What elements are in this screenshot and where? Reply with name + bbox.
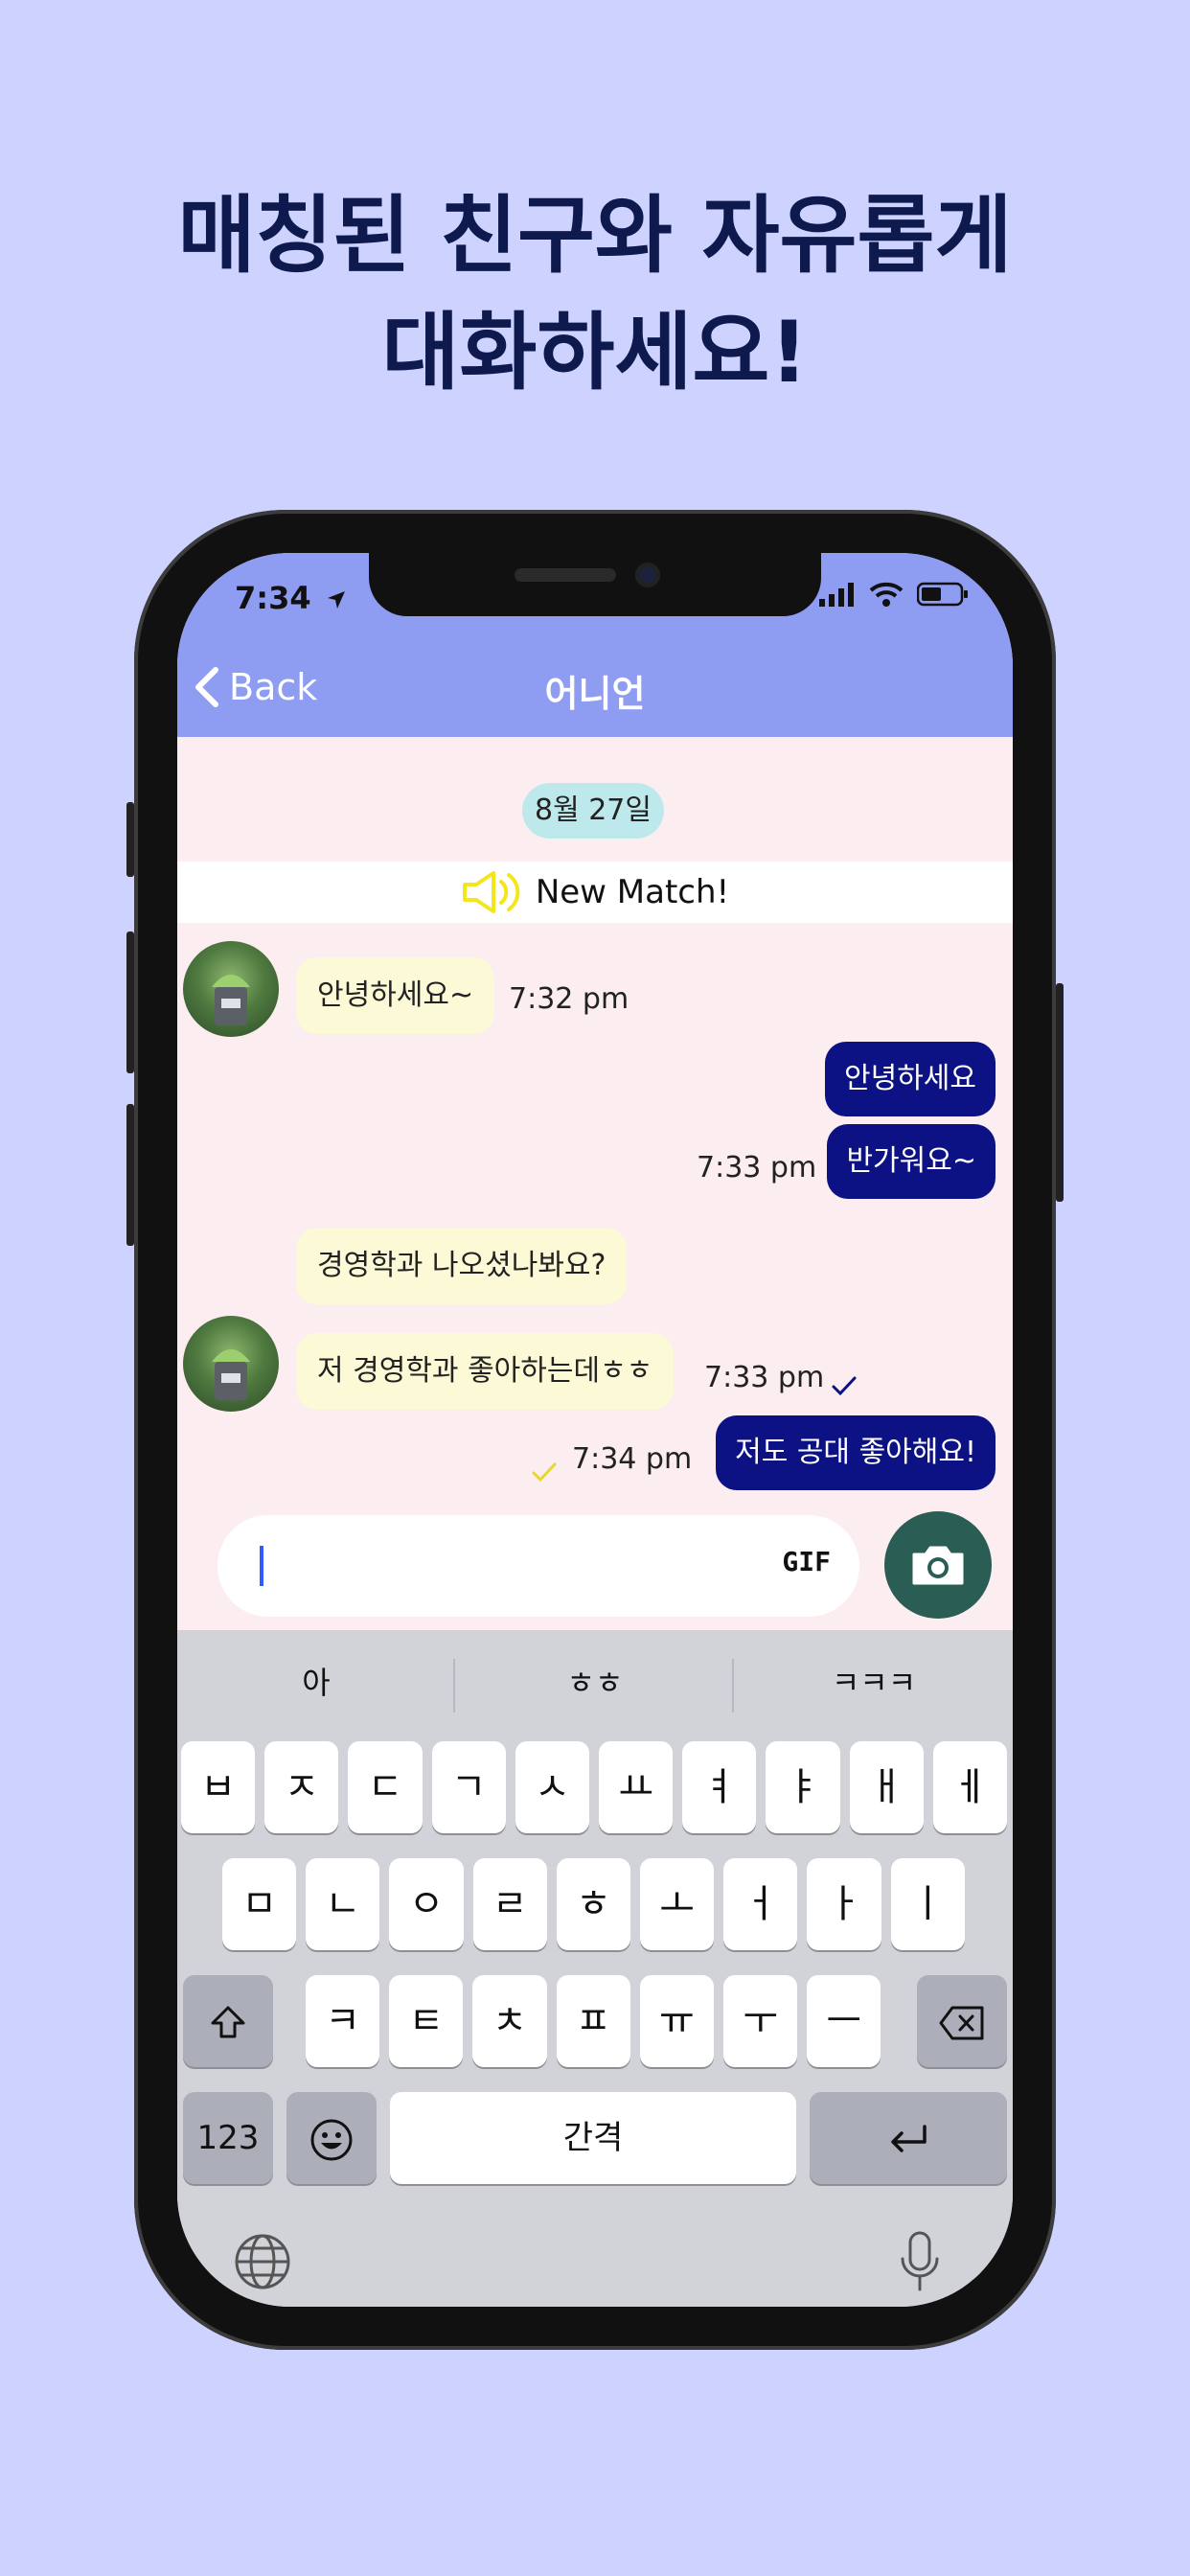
header-bar: 7:34 Back 어니언	[177, 553, 1013, 737]
notch	[369, 553, 821, 616]
mute-switch	[126, 802, 134, 877]
return-key[interactable]	[810, 2092, 1007, 2184]
power-button	[1056, 983, 1064, 1202]
headline-line-2: 대화하세요!	[381, 303, 809, 402]
keyboard-key[interactable]: ㅕ	[682, 1741, 757, 1833]
keyboard-key[interactable]: ㅑ	[766, 1741, 840, 1833]
chat-title: 어니언	[544, 673, 646, 715]
read-check-icon	[832, 1376, 857, 1396]
emoji-key[interactable]	[286, 2092, 377, 2184]
globe-icon[interactable]	[233, 2232, 292, 2295]
message-bubble-sent: 안녕하세요	[825, 1042, 995, 1116]
keyboard-key[interactable]: ㅓ	[723, 1858, 798, 1950]
camera-icon	[912, 1546, 964, 1585]
keyboard-key[interactable]: ㅏ	[807, 1858, 881, 1950]
message-bubble-received: 저 경영학과 좋아하는데ㅎㅎ	[296, 1333, 675, 1410]
keyboard-key[interactable]: ㄷ	[348, 1741, 423, 1833]
headline: 매칭된 친구와 자유롭게 대화하세요!	[0, 177, 1190, 411]
keyboard-key[interactable]: ㅜ	[723, 1975, 798, 2067]
keyboard: 아 ㅎㅎ ㅋㅋㅋ ㅂㅈㄷㄱㅅㅛㅕㅑㅐㅔ ㅁㄴㅇㄹㅎㅗㅓㅏㅣ ㅋㅌㅊㅍㅠㅜㅡ 12…	[177, 1630, 1013, 2307]
message-time: 7:34 pm	[572, 1442, 693, 1476]
keyboard-key[interactable]: ㅊ	[472, 1975, 547, 2067]
emoji-icon	[310, 2119, 353, 2161]
date-badge: 8월 27일	[522, 783, 664, 839]
suggestion-1[interactable]: 아	[177, 1630, 455, 1736]
suggestion-divider	[453, 1659, 455, 1713]
shift-key[interactable]	[183, 1975, 273, 2067]
keyboard-key[interactable]: ㅍ	[556, 1975, 630, 2067]
avatar-photo-icon	[212, 975, 250, 1025]
message-input[interactable]: GIF	[217, 1515, 859, 1617]
suggestion-divider	[732, 1659, 734, 1713]
message-time: 7:33 pm	[697, 1151, 817, 1184]
volume-down-button	[126, 1104, 134, 1246]
keyboard-key[interactable]: ㅌ	[389, 1975, 464, 2067]
avatar-photo-icon	[212, 1349, 250, 1400]
suggestion-2[interactable]: ㅎㅎ	[456, 1630, 734, 1736]
phone-frame: 7:34 Back 어니언 8월 27일 New Match! 안녕하세요~ 7	[126, 510, 1064, 2350]
speaker-grille	[515, 568, 616, 582]
backspace-icon	[939, 2006, 984, 2040]
keyboard-key[interactable]: ㅣ	[890, 1858, 965, 1950]
space-key[interactable]: 간격	[390, 2092, 796, 2184]
megaphone-icon	[462, 871, 520, 913]
keyboard-key[interactable]: ㅛ	[599, 1741, 674, 1833]
text-caret	[260, 1546, 263, 1586]
return-icon	[891, 2125, 927, 2152]
keyboard-key[interactable]: ㅋ	[306, 1975, 380, 2067]
battery-icon	[917, 582, 968, 607]
keyboard-key[interactable]: ㅠ	[639, 1975, 714, 2067]
front-camera	[635, 563, 660, 587]
keyboard-key[interactable]: ㄹ	[472, 1858, 547, 1950]
signal-icon	[819, 583, 854, 607]
message-bubble-received: 경영학과 나오셨나봐요?	[296, 1228, 628, 1304]
keyboard-key[interactable]: ㅂ	[181, 1741, 256, 1833]
message-bubble-sent: 반가워요~	[827, 1124, 995, 1199]
shift-icon	[211, 2006, 245, 2038]
status-icons	[819, 582, 969, 607]
keyboard-key[interactable]: ㅔ	[932, 1741, 1007, 1833]
keyboard-key[interactable]: ㄴ	[306, 1858, 380, 1950]
keyboard-key[interactable]: ㅅ	[515, 1741, 589, 1833]
status-time: 7:34	[235, 580, 347, 616]
microphone-icon[interactable]	[898, 2230, 942, 2297]
message-bubble-sent: 저도 공대 좋아해요!	[716, 1415, 995, 1490]
keyboard-key[interactable]: ㅗ	[640, 1858, 715, 1950]
keyboard-key[interactable]: ㅐ	[849, 1741, 924, 1833]
keyboard-key[interactable]: ㅇ	[389, 1858, 464, 1950]
new-match-banner: New Match!	[177, 862, 1013, 923]
headline-line-1: 매칭된 친구와 자유롭게	[177, 186, 1013, 285]
message-bubble-received: 안녕하세요~	[296, 957, 495, 1034]
keyboard-key[interactable]: ㅡ	[807, 1975, 881, 2067]
keyboard-key[interactable]: ㄱ	[431, 1741, 506, 1833]
gif-button[interactable]: GIF	[782, 1546, 831, 1577]
keyboard-key[interactable]: ㅎ	[556, 1858, 630, 1950]
new-match-label: New Match!	[535, 873, 730, 911]
wifi-icon	[869, 582, 904, 607]
message-time: 7:32 pm	[509, 982, 629, 1016]
numbers-key[interactable]: 123	[183, 2092, 273, 2184]
backspace-key[interactable]	[917, 1975, 1007, 2067]
suggestion-3[interactable]: ㅋㅋㅋ	[735, 1630, 1013, 1736]
camera-button[interactable]	[884, 1511, 992, 1619]
avatar[interactable]	[183, 941, 279, 1037]
avatar[interactable]	[183, 1316, 279, 1412]
volume-up-button	[126, 932, 134, 1073]
sent-check-icon	[532, 1462, 557, 1483]
message-time: 7:33 pm	[704, 1361, 825, 1394]
phone-screen: 7:34 Back 어니언 8월 27일 New Match! 안녕하세요~ 7	[177, 553, 1013, 2307]
keyboard-key[interactable]: ㅁ	[222, 1858, 297, 1950]
location-arrow-icon	[327, 591, 345, 609]
keyboard-key[interactable]: ㅈ	[264, 1741, 339, 1833]
